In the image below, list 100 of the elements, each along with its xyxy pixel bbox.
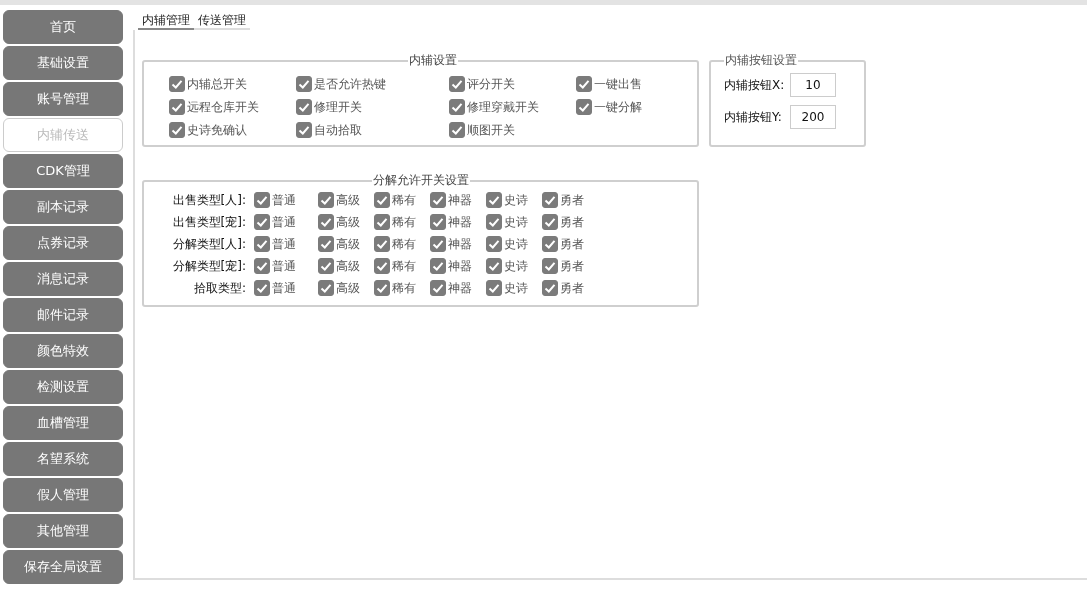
group-title: 内辅设置 [408, 52, 458, 69]
checkbox[interactable] [430, 214, 446, 230]
checkbox-label: 神器 [448, 279, 472, 297]
input-field[interactable]: 200 [790, 105, 836, 129]
checkbox[interactable] [486, 236, 502, 252]
nav-button[interactable]: 检测设置 [3, 370, 123, 404]
checkbox[interactable] [254, 258, 270, 274]
checkbox[interactable] [296, 99, 312, 115]
nav-button[interactable]: 基础设置 [3, 46, 123, 80]
checkbox[interactable] [430, 280, 446, 296]
checkbox[interactable] [254, 236, 270, 252]
nav-button[interactable]: 保存全局设置 [3, 550, 123, 584]
tab[interactable]: 传送管理 [194, 12, 250, 30]
field-label: 内辅按钮X: [724, 76, 786, 94]
nav-button[interactable]: 消息记录 [3, 262, 123, 296]
checkbox-label: 勇者 [560, 213, 584, 231]
checkbox[interactable] [430, 192, 446, 208]
checkbox-label: 评分开关 [467, 75, 515, 93]
checkbox-label: 一键分解 [594, 98, 642, 116]
checkbox[interactable] [318, 280, 334, 296]
checkbox[interactable] [374, 192, 390, 208]
checkbox-label: 勇者 [560, 235, 584, 253]
checkbox[interactable] [318, 214, 334, 230]
checkbox[interactable] [486, 214, 502, 230]
checkbox[interactable] [542, 192, 558, 208]
checkbox[interactable] [254, 214, 270, 230]
checkbox[interactable] [430, 236, 446, 252]
nav-button[interactable]: 血槽管理 [3, 406, 123, 440]
checkbox-label: 远程仓库开关 [187, 98, 259, 116]
checkbox-label: 神器 [448, 257, 472, 275]
input-field[interactable]: 10 [790, 73, 836, 97]
checkbox[interactable] [296, 76, 312, 92]
nav-button[interactable]: 其他管理 [3, 514, 123, 548]
row-label: 分解类型[宠]: [171, 257, 247, 275]
checkbox[interactable] [430, 258, 446, 274]
checkbox-label: 顺图开关 [467, 121, 515, 139]
checkbox-label: 是否允许热键 [314, 75, 386, 93]
checkbox[interactable] [576, 76, 592, 92]
checkbox-label: 稀有 [392, 257, 416, 275]
checkbox[interactable] [486, 258, 502, 274]
checkbox[interactable] [374, 236, 390, 252]
row-label: 出售类型[宠]: [171, 213, 247, 231]
checkbox-label: 高级 [336, 279, 360, 297]
checkbox[interactable] [169, 99, 185, 115]
checkbox[interactable] [542, 236, 558, 252]
nav-button[interactable]: 账号管理 [3, 82, 123, 116]
nav-button[interactable]: 点券记录 [3, 226, 123, 260]
checkbox[interactable] [486, 192, 502, 208]
checkbox[interactable] [374, 280, 390, 296]
nav-button[interactable]: 首页 [3, 10, 123, 44]
checkbox[interactable] [542, 258, 558, 274]
checkbox[interactable] [374, 258, 390, 274]
checkbox-label: 修理穿戴开关 [467, 98, 539, 116]
checkbox-label: 勇者 [560, 191, 584, 209]
checkbox-label: 普通 [272, 213, 296, 231]
checkbox-label: 神器 [448, 191, 472, 209]
checkbox-label: 高级 [336, 257, 360, 275]
checkbox-label: 史诗 [504, 213, 528, 231]
nav-button[interactable]: CDK管理 [3, 154, 123, 188]
checkbox[interactable] [169, 76, 185, 92]
nav-button[interactable]: 副本记录 [3, 190, 123, 224]
checkbox[interactable] [374, 214, 390, 230]
checkbox-label: 稀有 [392, 213, 416, 231]
checkbox-label: 内辅总开关 [187, 75, 247, 93]
checkbox[interactable] [542, 214, 558, 230]
checkbox[interactable] [169, 122, 185, 138]
checkbox-label: 史诗 [504, 235, 528, 253]
checkbox[interactable] [318, 258, 334, 274]
checkbox-label: 勇者 [560, 257, 584, 275]
checkbox-label: 勇者 [560, 279, 584, 297]
checkbox-label: 稀有 [392, 279, 416, 297]
nav-button[interactable]: 名望系统 [3, 442, 123, 476]
checkbox-label: 高级 [336, 191, 360, 209]
row-label: 拾取类型: [192, 279, 247, 297]
checkbox-label: 史诗 [504, 279, 528, 297]
tab[interactable]: 内辅管理 [138, 12, 194, 30]
nav-button[interactable]: 颜色特效 [3, 334, 123, 368]
checkbox-label: 高级 [336, 213, 360, 231]
checkbox[interactable] [318, 236, 334, 252]
checkbox-label: 修理开关 [314, 98, 362, 116]
checkbox-label: 史诗 [504, 257, 528, 275]
checkbox-label: 神器 [448, 213, 472, 231]
checkbox-label: 高级 [336, 235, 360, 253]
checkbox[interactable] [296, 122, 312, 138]
checkbox[interactable] [449, 99, 465, 115]
checkbox[interactable] [486, 280, 502, 296]
checkbox[interactable] [576, 99, 592, 115]
checkbox-label: 普通 [272, 191, 296, 209]
group-title: 分解允许开关设置 [371, 172, 470, 189]
nav-button[interactable]: 邮件记录 [3, 298, 123, 332]
nav-button[interactable]: 假人管理 [3, 478, 123, 512]
checkbox[interactable] [449, 122, 465, 138]
checkbox[interactable] [318, 192, 334, 208]
checkbox-label: 自动拾取 [314, 121, 362, 139]
checkbox[interactable] [254, 280, 270, 296]
checkbox[interactable] [542, 280, 558, 296]
checkbox[interactable] [449, 76, 465, 92]
checkbox-label: 史诗免确认 [187, 121, 247, 139]
checkbox-label: 史诗 [504, 191, 528, 209]
checkbox[interactable] [254, 192, 270, 208]
